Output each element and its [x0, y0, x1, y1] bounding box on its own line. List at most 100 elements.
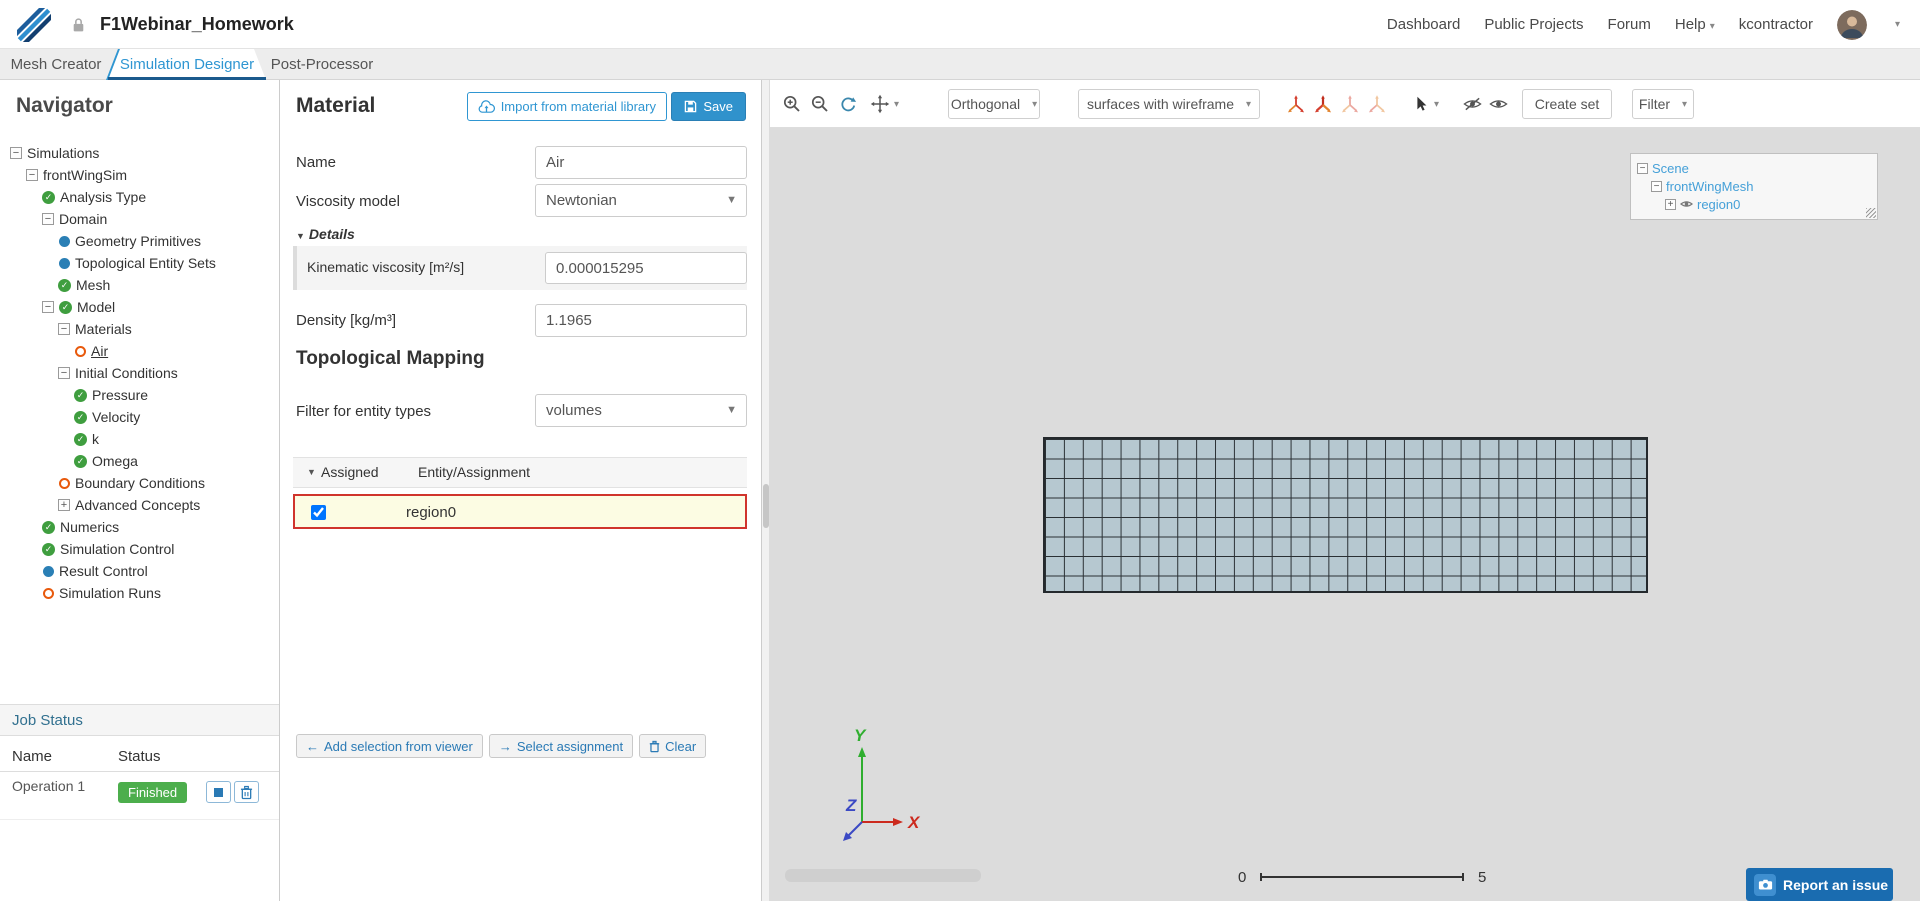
scene-tree-item-frontwingmesh[interactable]: − frontWingMesh	[1637, 177, 1871, 195]
scene-tree-item-region0[interactable]: + region0	[1637, 195, 1871, 213]
tree-item-analysis-type[interactable]: ✓Analysis Type	[0, 186, 280, 208]
tab-post-processor[interactable]: Post-Processor	[266, 49, 378, 80]
collapse-icon[interactable]: −	[1651, 181, 1662, 192]
tab-simulation-designer[interactable]: Simulation Designer	[108, 49, 266, 80]
create-set-button[interactable]: Create set	[1522, 89, 1612, 119]
tree-item-label: Air	[91, 343, 108, 359]
kinematic-viscosity-input[interactable]	[545, 252, 747, 284]
axes-icon	[1366, 93, 1388, 115]
tree-item-result-control[interactable]: Result Control	[0, 560, 280, 582]
sort-triangle-icon[interactable]: ▼	[307, 467, 316, 477]
tree-item-advanced-concepts[interactable]: + Advanced Concepts	[0, 494, 280, 516]
axis-view-button-2[interactable]	[1309, 90, 1337, 118]
reset-view-button[interactable]	[834, 90, 862, 118]
material-name-input[interactable]	[535, 146, 747, 179]
app-logo-icon[interactable]	[17, 8, 51, 42]
tree-item-label: Simulation Runs	[59, 585, 161, 601]
tree-item-geometry-primitives[interactable]: Geometry Primitives	[0, 230, 280, 252]
scene-tree-item-scene[interactable]: − Scene	[1637, 159, 1871, 177]
camera-icon	[1754, 874, 1776, 896]
collapse-icon[interactable]: −	[26, 169, 38, 181]
import-material-library-button[interactable]: Import from material library	[467, 92, 667, 121]
assignment-row-region0[interactable]: region0	[293, 494, 747, 529]
details-section-toggle[interactable]: ▼Details	[296, 226, 355, 242]
nav-public-projects[interactable]: Public Projects	[1484, 16, 1583, 33]
details-section: Kinematic viscosity [m²/s]	[293, 246, 747, 290]
job-delete-button[interactable]	[234, 781, 259, 803]
tree-item-omega[interactable]: ✓Omega	[0, 450, 280, 472]
job-status-title: Job Status	[12, 712, 83, 729]
completed-check-icon: ✓	[42, 521, 55, 534]
collapse-icon[interactable]: −	[58, 323, 70, 335]
tree-item-pressure[interactable]: ✓Pressure	[0, 384, 280, 406]
zoom-out-button[interactable]	[806, 90, 834, 118]
axis-view-button-3[interactable]	[1336, 90, 1364, 118]
filter-dropdown[interactable]: Filter ▾	[1632, 89, 1694, 119]
show-all-button[interactable]	[1484, 90, 1512, 118]
tree-item-label: Advanced Concepts	[75, 497, 200, 513]
tree-item-air[interactable]: Air	[0, 340, 280, 362]
chevron-down-icon[interactable]: ▾	[1895, 19, 1900, 30]
nav-help-label: Help	[1675, 16, 1706, 33]
tree-item-model[interactable]: −✓Model	[0, 296, 280, 318]
scene-tree-panel: − Scene − frontWingMesh + region0	[1630, 153, 1878, 220]
viewer-horizontal-scrollbar[interactable]	[785, 869, 981, 882]
nav-help[interactable]: Help▾	[1675, 16, 1715, 33]
axis-view-button-1[interactable]	[1282, 90, 1310, 118]
render-mode-dropdown[interactable]: surfaces with wireframe ▾	[1078, 89, 1260, 119]
tree-item-numerics[interactable]: ✓Numerics	[0, 516, 280, 538]
tree-item-k[interactable]: ✓k	[0, 428, 280, 450]
zoom-in-button[interactable]	[778, 90, 806, 118]
region-label: region0	[1697, 197, 1740, 212]
chevron-down-icon: ▼	[726, 395, 737, 426]
expand-icon[interactable]: +	[1665, 199, 1676, 210]
hide-selection-button[interactable]	[1458, 90, 1486, 118]
collapse-icon[interactable]: −	[42, 213, 54, 225]
tree-item-simulations[interactable]: −Simulations	[0, 142, 280, 164]
user-avatar[interactable]	[1837, 10, 1867, 40]
tree-item-velocity[interactable]: ✓Velocity	[0, 406, 280, 428]
nav-username[interactable]: kcontractor	[1739, 16, 1813, 33]
collapse-icon[interactable]: −	[10, 147, 22, 159]
pan-tool-button[interactable]: ▾	[870, 90, 899, 118]
scrollbar-thumb[interactable]	[763, 484, 769, 528]
collapse-icon[interactable]: −	[42, 301, 54, 313]
tree-item-simulation-runs[interactable]: Simulation Runs	[0, 582, 280, 604]
completed-check-icon: ✓	[74, 411, 87, 424]
projection-dropdown[interactable]: Orthogonal ▾	[948, 89, 1040, 119]
job-stop-button[interactable]	[206, 781, 231, 803]
collapse-icon[interactable]: −	[1637, 163, 1648, 174]
nav-forum[interactable]: Forum	[1608, 16, 1651, 33]
report-issue-button[interactable]: Report an issue	[1746, 868, 1893, 901]
nav-dashboard[interactable]: Dashboard	[1387, 16, 1460, 33]
tree-item-initial-conditions[interactable]: −Initial Conditions	[0, 362, 280, 384]
material-panel-scrollbar[interactable]	[762, 80, 770, 901]
select-assignment-button[interactable]: → Select assignment	[489, 734, 633, 758]
axis-view-button-4[interactable]	[1363, 90, 1391, 118]
add-selection-from-viewer-button[interactable]: ← Add selection from viewer	[296, 734, 483, 758]
panel-resize-handle[interactable]	[1866, 208, 1876, 218]
tree-item-domain[interactable]: −Domain	[0, 208, 280, 230]
tree-item-materials[interactable]: −Materials	[0, 318, 280, 340]
tree-item-mesh[interactable]: ✓Mesh	[0, 274, 280, 296]
tree-item-label: frontWingSim	[43, 167, 127, 183]
chevron-down-icon: ▾	[1246, 99, 1251, 110]
clear-assignment-button[interactable]: Clear	[639, 734, 706, 758]
tree-item-frontwingsim[interactable]: −frontWingSim	[0, 164, 280, 186]
tree-item-topological-entity-sets[interactable]: Topological Entity Sets	[0, 252, 280, 274]
tree-item-simulation-control[interactable]: ✓Simulation Control	[0, 538, 280, 560]
assigned-checkbox[interactable]	[311, 505, 326, 520]
mesh-region0-view[interactable]	[1043, 437, 1648, 593]
save-button[interactable]: Save	[671, 92, 746, 121]
tree-item-label: Mesh	[76, 277, 110, 293]
viscosity-model-select[interactable]: Newtonian ▼	[535, 184, 747, 217]
density-input[interactable]	[535, 304, 747, 337]
eye-icon[interactable]	[1680, 199, 1693, 209]
tab-mesh-creator[interactable]: Mesh Creator	[4, 49, 108, 80]
collapse-icon[interactable]: −	[58, 367, 70, 379]
viewer-3d[interactable]: ▾ Orthogonal ▾ surfaces with wireframe ▾	[770, 80, 1920, 901]
select-tool-button[interactable]: ▾	[1412, 90, 1439, 118]
entity-filter-select[interactable]: volumes ▼	[535, 394, 747, 427]
expand-icon[interactable]: +	[58, 499, 70, 511]
tree-item-boundary-conditions[interactable]: Boundary Conditions	[0, 472, 280, 494]
